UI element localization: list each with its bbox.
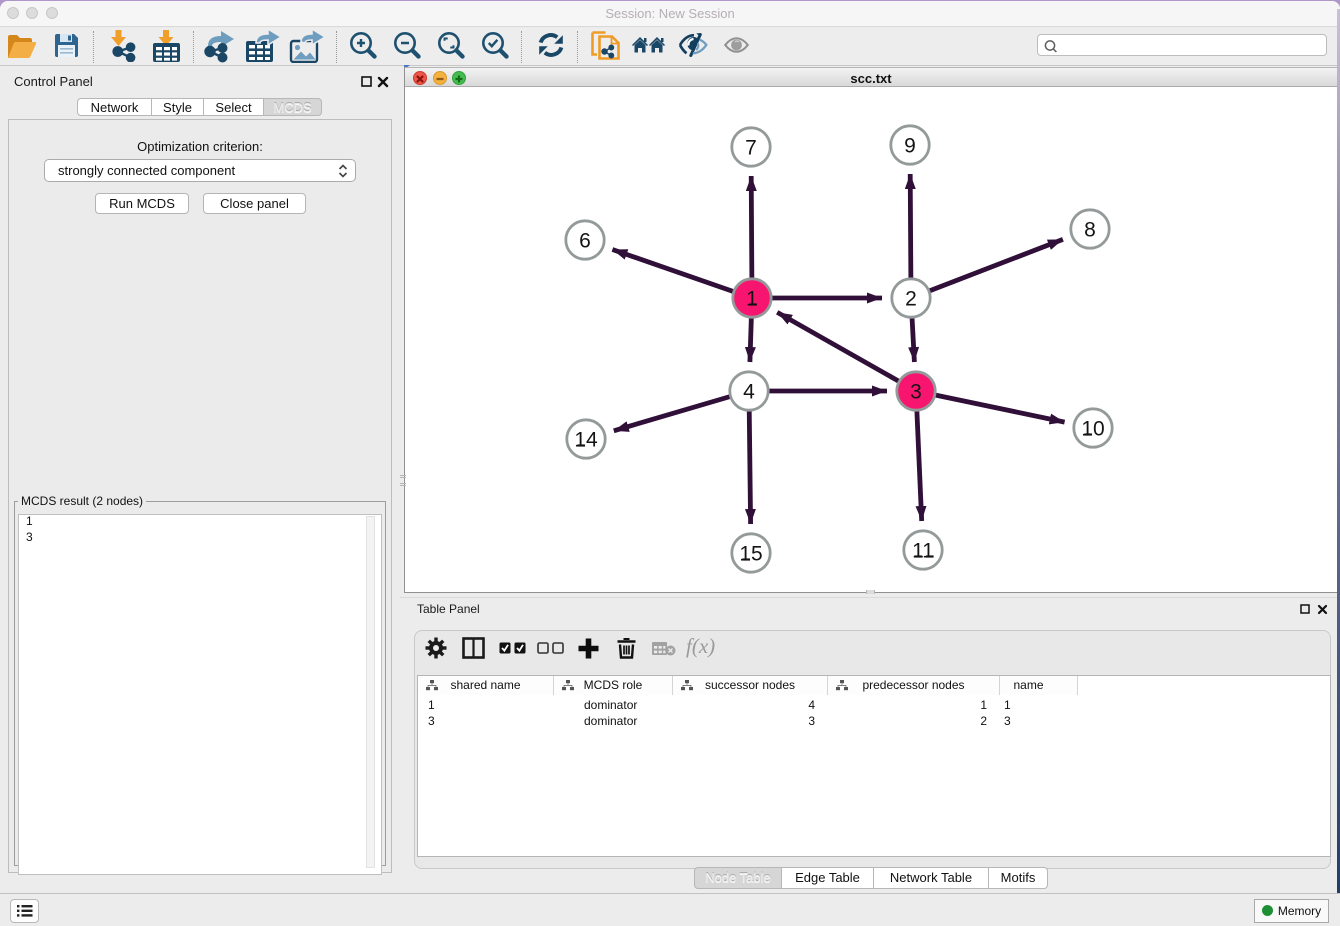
- svg-text:6: 6: [579, 230, 591, 253]
- svg-text:9: 9: [904, 135, 916, 158]
- svg-text:10: 10: [1081, 418, 1104, 441]
- svg-text:3: 3: [910, 381, 922, 404]
- svg-text:14: 14: [574, 429, 598, 452]
- svg-text:4: 4: [743, 381, 755, 404]
- svg-text:11: 11: [912, 540, 934, 563]
- svg-text:2: 2: [905, 288, 917, 311]
- svg-text:15: 15: [739, 543, 762, 566]
- svg-text:8: 8: [1084, 219, 1096, 242]
- svg-text:1: 1: [746, 288, 758, 311]
- svg-text:7: 7: [745, 137, 757, 160]
